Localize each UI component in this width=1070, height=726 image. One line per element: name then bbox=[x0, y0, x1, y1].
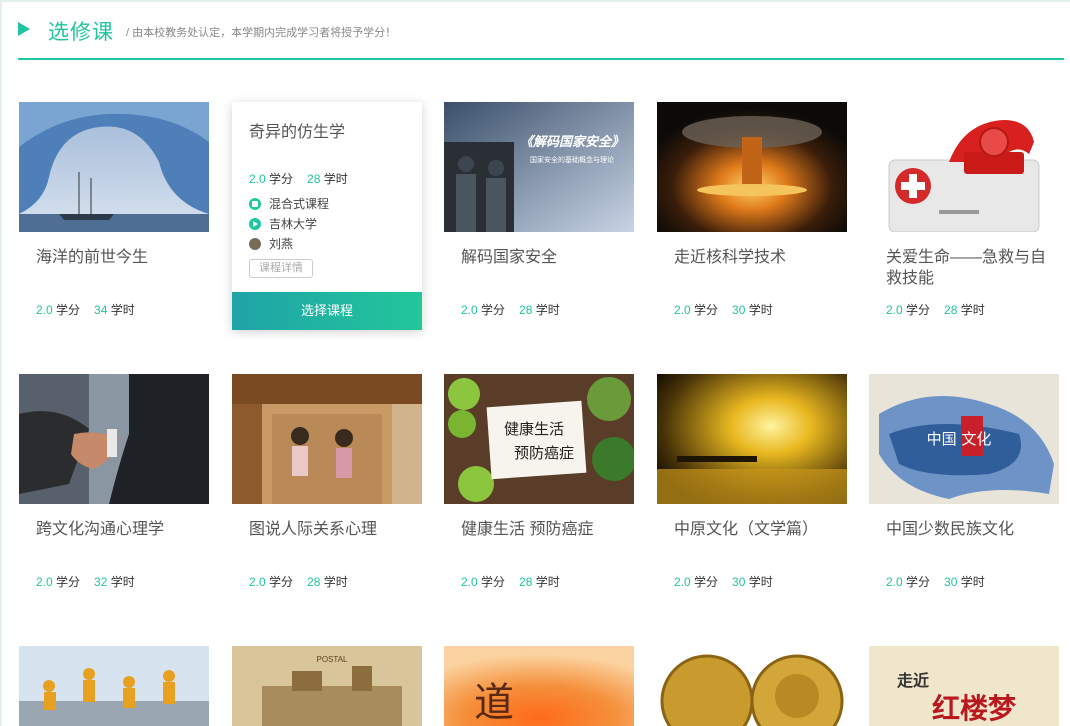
course-name[interactable]: 关爱生命——急救与自救技能 bbox=[886, 247, 1051, 289]
security-image-subtitle: 国家安全的基础概念与理论 bbox=[530, 155, 614, 164]
course-name[interactable]: 图说人际关系心理 bbox=[249, 519, 414, 540]
course-image-firstaid[interactable] bbox=[869, 102, 1059, 232]
course-card[interactable] bbox=[19, 646, 209, 726]
course-teacher: 刘燕 bbox=[249, 236, 293, 252]
teacher-avatar-icon bbox=[249, 238, 261, 250]
course-image-iceberg[interactable] bbox=[19, 102, 209, 232]
section-title: 选修课 bbox=[48, 21, 114, 44]
course-meta: 2.0 学分 28 学时 bbox=[886, 303, 985, 317]
dao-image-char: 道 bbox=[474, 680, 514, 726]
course-card[interactable]: 中原文化（文学篇） 2.0 学分 30 学时 bbox=[657, 374, 847, 606]
course-meta: 2.0 学分 28 学时 bbox=[461, 303, 560, 317]
health-image-line2: 预防癌症 bbox=[514, 444, 574, 462]
course-school: 吉林大学 bbox=[249, 216, 317, 232]
course-image-dao[interactable]: 道 bbox=[444, 646, 634, 726]
course-name[interactable]: 解码国家安全 bbox=[461, 247, 626, 268]
course-image-ethnic[interactable]: 中国 文化 bbox=[869, 374, 1059, 504]
course-name[interactable]: 奇异的仿生学 bbox=[249, 118, 345, 142]
palace-image-sign: POSTAL bbox=[317, 655, 349, 664]
course-image-handshake[interactable] bbox=[19, 374, 209, 504]
course-detail-button[interactable]: 课程详情 bbox=[249, 259, 313, 278]
course-card[interactable]: 走近 红楼梦 bbox=[869, 646, 1059, 726]
select-course-button[interactable]: 选择课程 bbox=[232, 292, 422, 330]
course-meta: 2.0 学分 28 学时 bbox=[249, 575, 348, 589]
course-name[interactable]: 走近核科学技术 bbox=[674, 247, 839, 268]
course-meta: 2.0 学分 30 学时 bbox=[674, 575, 773, 589]
course-card[interactable]: 走近核科学技术 2.0 学分 30 学时 bbox=[657, 102, 847, 334]
course-card[interactable]: POSTAL bbox=[232, 646, 422, 726]
course-card[interactable]: 《解码国家安全》 国家安全的基础概念与理论 解码国家安全 2.0 学分 28 学时 bbox=[444, 102, 634, 334]
course-meta: 2.0 学分 30 学时 bbox=[886, 575, 985, 589]
security-image-title: 《解码国家安全》 bbox=[520, 134, 624, 149]
course-image-palace[interactable]: POSTAL bbox=[232, 646, 422, 726]
course-image-zhongyuan[interactable] bbox=[657, 374, 847, 504]
health-image-line1: 健康生活 bbox=[504, 420, 564, 438]
course-card[interactable] bbox=[657, 646, 847, 726]
course-card[interactable]: 道 bbox=[444, 646, 634, 726]
course-meta: 2.0 学分 30 学时 bbox=[674, 303, 773, 317]
course-meta: 2.0 学分 34 学时 bbox=[36, 303, 135, 317]
section-header: 选修课 / 由本校教务处认定，本学期内完成学习者将授予学分！ bbox=[18, 14, 1064, 60]
course-image-health[interactable]: 健康生活 预防癌症 bbox=[444, 374, 634, 504]
ethnic-image-text: 中国 文化 bbox=[927, 430, 992, 448]
section-subtitle: / 由本校教务处认定，本学期内完成学习者将授予学分！ bbox=[126, 27, 397, 39]
course-meta: 2.0 学分 28 学时 bbox=[249, 172, 348, 186]
course-name[interactable]: 海洋的前世今生 bbox=[36, 247, 201, 268]
redmansion-image-line1: 走近 bbox=[896, 671, 929, 690]
course-card[interactable]: 跨文化沟通心理学 2.0 学分 32 学时 bbox=[19, 374, 209, 606]
school-icon bbox=[249, 218, 261, 230]
course-card[interactable]: 图说人际关系心理 2.0 学分 28 学时 bbox=[232, 374, 422, 606]
course-image-kungfu[interactable] bbox=[19, 646, 209, 726]
course-image-friends[interactable] bbox=[232, 374, 422, 504]
course-card[interactable]: 健康生活 预防癌症 健康生活 预防癌症 2.0 学分 28 学时 bbox=[444, 374, 634, 606]
play-triangle-icon bbox=[18, 22, 30, 36]
course-card-hover[interactable]: 奇异的仿生学 2.0 学分 28 学时 混合式课程 吉林大学 刘燕 课程详情 选择… bbox=[232, 102, 422, 330]
course-meta: 2.0 学分 32 学时 bbox=[36, 575, 135, 589]
course-image-nuclear[interactable] bbox=[657, 102, 847, 232]
course-image-redmansion[interactable]: 走近 红楼梦 bbox=[869, 646, 1059, 726]
course-card[interactable]: 中国 文化 中国少数民族文化 2.0 学分 30 学时 bbox=[869, 374, 1059, 606]
course-name[interactable]: 健康生活 预防癌症 bbox=[461, 519, 626, 540]
course-card[interactable]: 海洋的前世今生 2.0 学分 34 学时 bbox=[19, 102, 209, 334]
course-type-icon bbox=[249, 198, 261, 210]
course-name[interactable]: 中国少数民族文化 bbox=[886, 519, 1051, 540]
course-name[interactable]: 跨文化沟通心理学 bbox=[36, 519, 201, 540]
course-image-security[interactable]: 《解码国家安全》 国家安全的基础概念与理论 bbox=[444, 102, 634, 232]
course-image-nobel[interactable] bbox=[657, 646, 847, 726]
course-name[interactable]: 中原文化（文学篇） bbox=[674, 519, 839, 540]
course-type: 混合式课程 bbox=[249, 196, 329, 212]
course-meta: 2.0 学分 28 学时 bbox=[461, 575, 560, 589]
redmansion-image-line2: 红楼梦 bbox=[932, 692, 1017, 725]
course-card[interactable]: 关爱生命——急救与自救技能 2.0 学分 28 学时 bbox=[869, 102, 1059, 334]
